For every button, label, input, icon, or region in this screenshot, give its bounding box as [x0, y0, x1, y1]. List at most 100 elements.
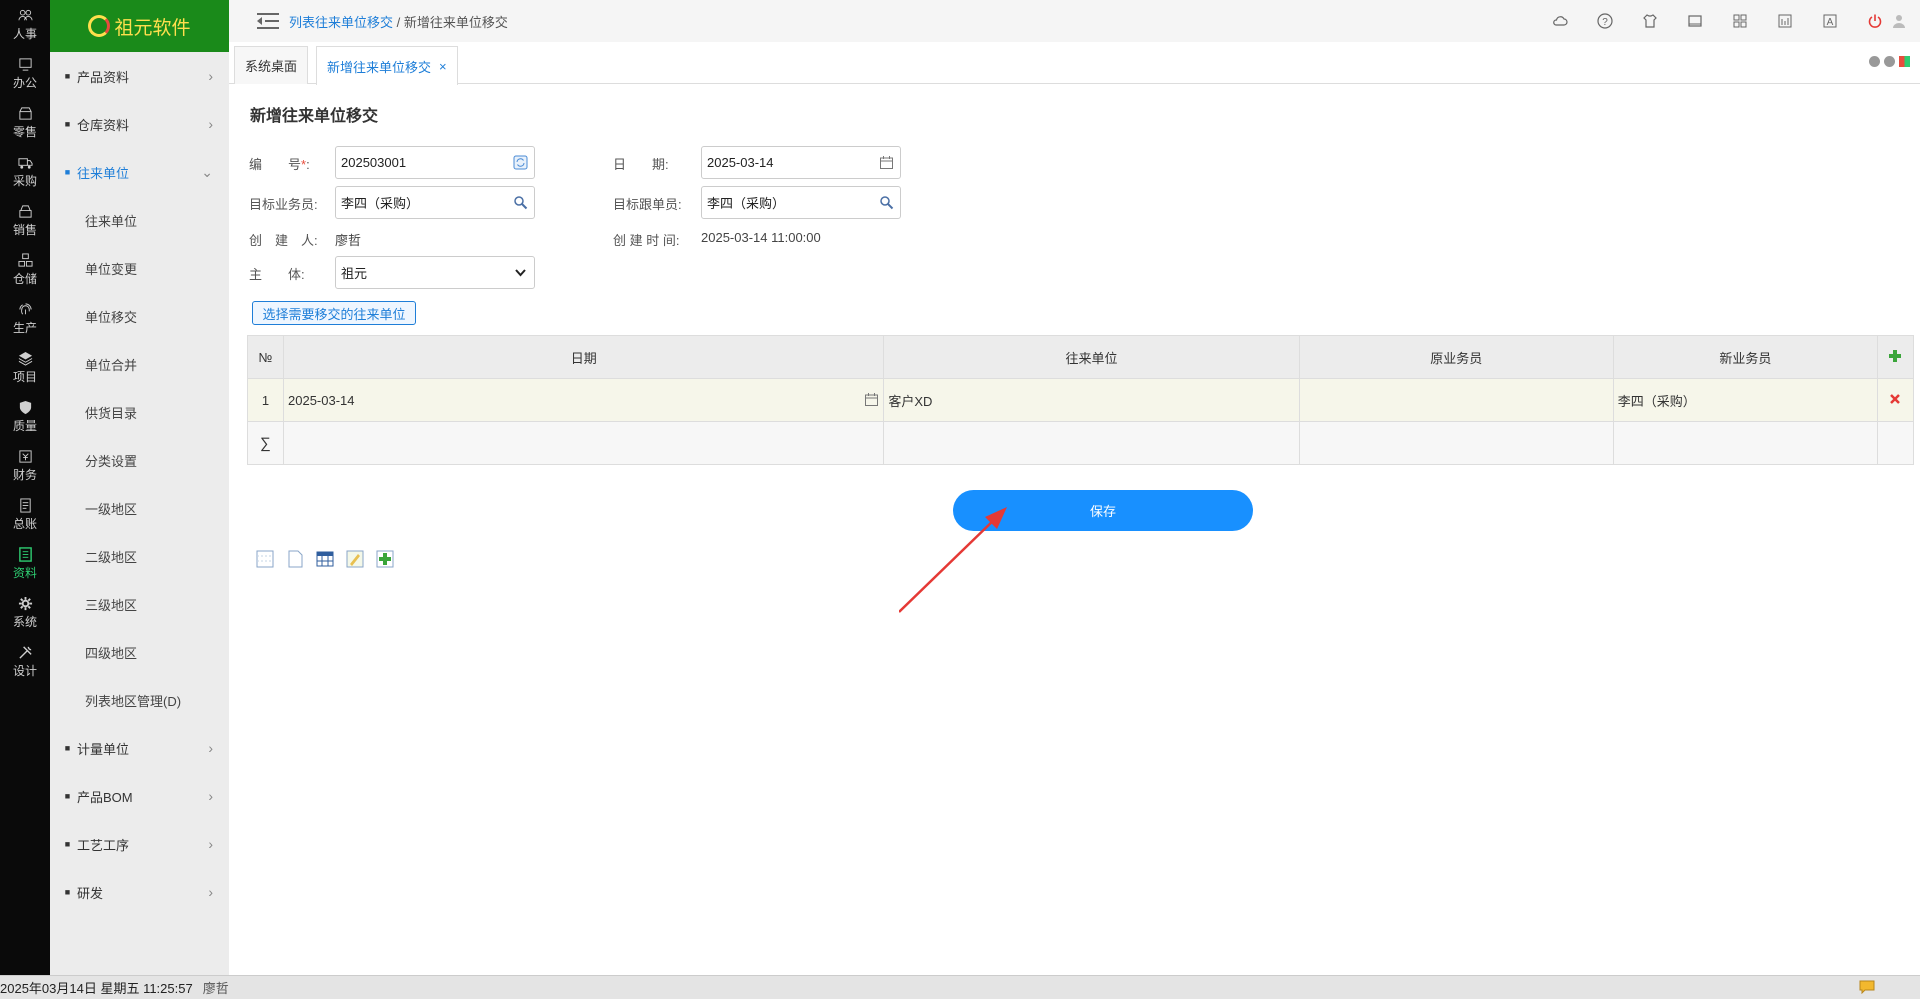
apps-icon[interactable]: [1731, 12, 1749, 30]
sidebar-subitem-10[interactable]: 列表地区管理(D): [50, 676, 229, 724]
svg-text:A: A: [1827, 17, 1834, 28]
sidebar-subitem-0[interactable]: 往来单位: [50, 196, 229, 244]
report-icon[interactable]: [1776, 12, 1794, 30]
rail-item-label: 采购: [12, 173, 37, 188]
grid-header-row: № 日期 往来单位 原业务员 新业务员: [246, 335, 1915, 379]
rail-item-label: 设计: [12, 663, 37, 678]
status-datetime: 2025年03月14日 星期五 11:25:57: [0, 981, 193, 996]
store-icon: [18, 106, 32, 120]
rail-item-13[interactable]: 设计: [0, 637, 50, 686]
row-date-cell[interactable]: 2025-03-14: [283, 378, 885, 422]
rail-item-8[interactable]: 质量: [0, 392, 50, 441]
screen-icon[interactable]: [1686, 12, 1704, 30]
sidebar-subitem-2[interactable]: 单位移交: [50, 292, 229, 340]
table-icon[interactable]: [316, 550, 334, 568]
sidebar-group-5[interactable]: ■ 工艺工序 ›: [50, 820, 229, 868]
sidebar-subitem-4[interactable]: 供货目录: [50, 388, 229, 436]
rail-item-9[interactable]: 财务: [0, 441, 50, 490]
rail-item-1[interactable]: 办公: [0, 49, 50, 98]
target-follow-label: 目标跟单员:: [613, 197, 682, 212]
rail-item-2[interactable]: 零售: [0, 98, 50, 147]
sidebar-group-6[interactable]: ■ 研发 ›: [50, 868, 229, 916]
sidebar-group-3[interactable]: ■ 计量单位 ›: [50, 724, 229, 772]
sidebar-subitem-1[interactable]: 单位变更: [50, 244, 229, 292]
message-icon[interactable]: [1859, 980, 1875, 994]
target-sales-field[interactable]: 李四（采购）: [335, 186, 535, 219]
select-units-button[interactable]: 选择需要移交的往来单位: [252, 301, 416, 325]
search-icon[interactable]: [513, 195, 528, 210]
blank-page-icon[interactable]: [286, 550, 304, 568]
status-bar: 2025年03月14日 星期五 11:25:57 廖哲: [0, 975, 1920, 999]
sidebar-subitem-9[interactable]: 四级地区: [50, 628, 229, 676]
sidebar-group-0[interactable]: ■ 产品资料 ›: [50, 52, 229, 100]
sidebar-group-label: 产品BOM: [77, 789, 133, 805]
tab-scroll-left-icon[interactable]: [1869, 56, 1880, 67]
rail-item-label: 总账: [12, 516, 37, 531]
cloud-icon[interactable]: [1551, 12, 1569, 30]
edit-icon[interactable]: [346, 550, 364, 568]
row-new-sales-cell[interactable]: 李四（采购）: [1612, 378, 1878, 422]
grid-layout-icon[interactable]: [256, 550, 274, 568]
target-sales-label: 目标业务员:: [249, 197, 318, 212]
rail-item-6[interactable]: 生产: [0, 294, 50, 343]
rail-item-10[interactable]: 总账: [0, 490, 50, 539]
sidebar-group-1[interactable]: ■ 仓库资料 ›: [50, 100, 229, 148]
annotation-arrow: [899, 507, 1007, 613]
date-field[interactable]: 2025-03-14: [701, 146, 901, 179]
user-avatar-icon[interactable]: [1890, 12, 1908, 30]
header-new-sales: 新业务员: [1612, 335, 1878, 379]
breadcrumb-current: 新增往来单位移交: [403, 14, 508, 30]
calendar-icon[interactable]: [864, 392, 879, 407]
row-old-sales-cell[interactable]: [1298, 378, 1614, 422]
sidebar-subitem-3[interactable]: 单位合并: [50, 340, 229, 388]
table-row[interactable]: 1 2025-03-14 客户XD 李四（采购）: [246, 378, 1915, 422]
sum-row: ∑: [246, 421, 1915, 465]
tab-scroll-right-icon[interactable]: [1884, 56, 1895, 67]
power-icon[interactable]: [1866, 12, 1884, 30]
fingerprint-icon: [18, 302, 32, 314]
rail-item-12[interactable]: 系统: [0, 588, 50, 637]
sidebar-group-label: 研发: [77, 885, 104, 901]
rail-item-7[interactable]: 项目: [0, 343, 50, 392]
rail-item-label: 仓储: [12, 271, 37, 286]
rail-item-11[interactable]: 资料: [0, 539, 50, 588]
refresh-code-icon[interactable]: [513, 155, 528, 170]
breadcrumb: 列表往来单位移交 / 新增往来单位移交: [289, 12, 508, 31]
rail-item-4[interactable]: 销售: [0, 196, 50, 245]
help-icon[interactable]: ?: [1596, 12, 1614, 30]
sidebar-subitem-7[interactable]: 二级地区: [50, 532, 229, 580]
delete-row-icon[interactable]: [1889, 393, 1901, 405]
tab-home[interactable]: 系统桌面: [234, 46, 309, 84]
add-grid-icon[interactable]: [376, 550, 394, 568]
toolbar-icons: ? A: [1524, 12, 1908, 30]
header-date: 日期: [283, 335, 885, 379]
rail-item-5[interactable]: 仓储: [0, 245, 50, 294]
calendar-icon[interactable]: [879, 155, 894, 170]
shirt-icon[interactable]: [1641, 12, 1659, 30]
menu-toggle-icon[interactable]: [257, 13, 279, 29]
delete-row-cell: [1876, 378, 1915, 422]
entity-label: 主 体:: [249, 267, 305, 282]
sidebar-group-4[interactable]: ■ 产品BOM ›: [50, 772, 229, 820]
sidebar-subitem-8[interactable]: 三级地区: [50, 580, 229, 628]
entity-select[interactable]: 祖元: [335, 256, 535, 289]
sidebar-group-label: 产品资料: [77, 69, 130, 85]
tab-menu-icon[interactable]: [1899, 56, 1910, 67]
tab-new-transfer[interactable]: 新增往来单位移交 ×: [316, 46, 458, 85]
row-unit-cell[interactable]: 客户XD: [883, 378, 1300, 422]
sidebar-subitem-5[interactable]: 分类设置: [50, 436, 229, 484]
sidebar-group-2[interactable]: ■ 往来单位 ⌄: [50, 148, 229, 196]
font-icon[interactable]: A: [1821, 12, 1839, 30]
page-title: 新增往来单位移交: [250, 108, 379, 125]
shop-icon: [18, 204, 32, 218]
tab-close-icon[interactable]: ×: [439, 59, 447, 74]
code-field[interactable]: 202503001: [335, 146, 535, 179]
add-row-icon[interactable]: [1888, 349, 1902, 363]
rail-item-0[interactable]: 人事: [0, 0, 50, 49]
sidebar-subitem-6[interactable]: 一级地区: [50, 484, 229, 532]
target-follow-field[interactable]: 李四（采购）: [701, 186, 901, 219]
search-icon[interactable]: [879, 195, 894, 210]
breadcrumb-link[interactable]: 列表往来单位移交: [289, 15, 393, 30]
sum-cell: [1876, 421, 1915, 465]
rail-item-3[interactable]: 采购: [0, 147, 50, 196]
